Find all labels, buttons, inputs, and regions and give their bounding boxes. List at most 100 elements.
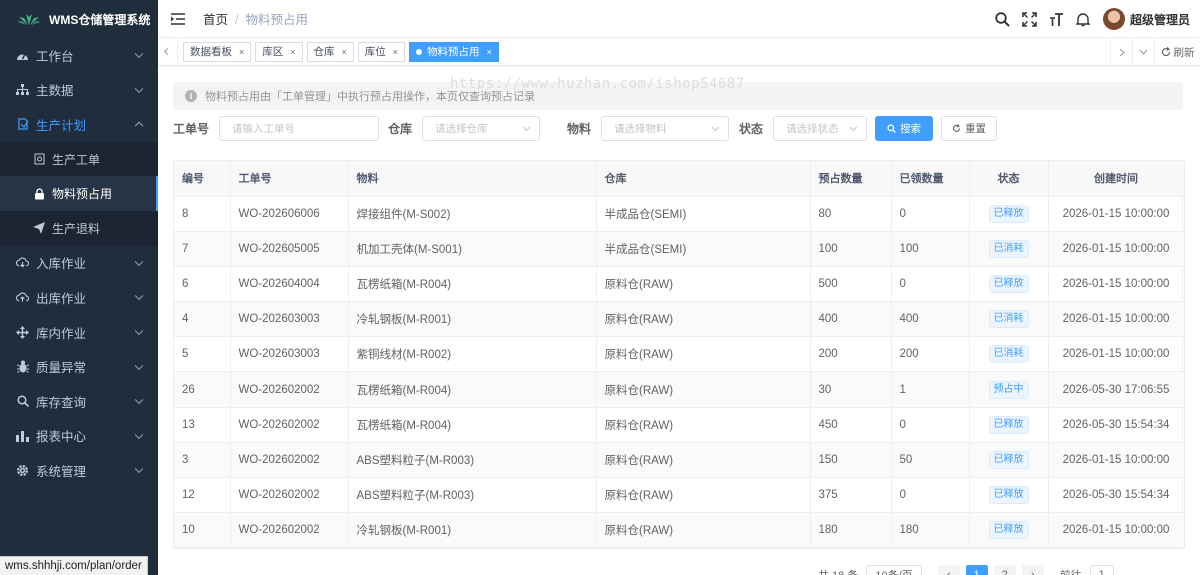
breadcrumb-home[interactable]: 首页 xyxy=(203,13,228,27)
tab-label: 数据看板 xyxy=(190,46,232,58)
cell-received-qty: 200 xyxy=(891,336,970,373)
page-size-select[interactable]: 10条/页 xyxy=(866,565,922,575)
chevron-left-icon xyxy=(163,47,172,56)
chevron-down-icon xyxy=(134,430,144,439)
sidebar-item-system[interactable]: 系统管理 xyxy=(0,453,158,488)
cell-status: 已释放 xyxy=(969,196,1049,232)
column-header-created-time[interactable]: 创建时间 xyxy=(1048,161,1185,197)
column-header-status[interactable]: 状态 xyxy=(969,161,1049,197)
cell-created-time: 2026-05-30 15:54:34 xyxy=(1048,477,1185,514)
column-header-received-qty[interactable]: 已领数量 xyxy=(891,161,970,197)
warehouse-select[interactable]: 请选择仓库 xyxy=(422,116,541,141)
table-row[interactable]: 26 WO-202602002 瓦楞纸箱(M-R004) 原料仓(RAW) 30 1 预占中… xyxy=(174,371,1185,408)
move-icon xyxy=(16,325,29,339)
cell-material: 焊接组件(M-S002) xyxy=(348,196,597,232)
cell-work-order: WO-202606006 xyxy=(230,196,349,232)
cell-warehouse: 原料仓(RAW) xyxy=(596,371,811,408)
column-header-reserved-qty[interactable]: 预占数量 xyxy=(810,161,892,197)
cell-material: 瓦楞纸箱(M-R004) xyxy=(348,266,597,303)
search-icon xyxy=(887,124,896,133)
tab-warehouse[interactable]: 仓库 × xyxy=(306,41,354,62)
sidebar-item-production-plan[interactable]: 生产计划 xyxy=(0,107,158,142)
next-page-button[interactable]: › xyxy=(1021,565,1044,575)
table-row[interactable]: 8 WO-202606006 焊接组件(M-S002) 半成品仓(SEMI) 80 0 已释… xyxy=(174,196,1185,232)
sidebar-item-inventory-query[interactable]: 库存查询 xyxy=(0,384,158,419)
cell-created-time: 2026-05-30 17:06:55 xyxy=(1048,371,1185,408)
column-header-work-order[interactable]: 工单号 xyxy=(230,161,349,197)
avatar[interactable] xyxy=(1102,8,1125,30)
material-select[interactable]: 请选择物料 xyxy=(601,116,730,141)
table-row[interactable]: 5 WO-202603003 紫铜线材(M-R002) 原料仓(RAW) 200 200 已… xyxy=(174,336,1185,373)
cell-material: 瓦楞纸箱(M-R004) xyxy=(348,371,597,408)
sidebar-item-work-order[interactable]: 生产工单 xyxy=(0,142,158,177)
hierarchy-icon xyxy=(16,83,29,96)
cell-status: 已消耗 xyxy=(969,301,1049,338)
cell-created-time: 2026-05-30 15:54:34 xyxy=(1048,407,1185,443)
close-icon[interactable]: × xyxy=(487,47,492,57)
font-size-icon[interactable] xyxy=(1049,12,1064,27)
cell-material: 紫铜线材(M-R002) xyxy=(348,336,597,373)
table-row[interactable]: 7 WO-202605005 机加工壳体(M-S001) 半成品仓(SEMI) 100 1… xyxy=(174,231,1185,267)
tab-dashboard[interactable]: 数据看板 × xyxy=(183,41,252,62)
column-header-id[interactable]: 编号 xyxy=(174,161,231,197)
cell-material: 冷轧钢板(M-R001) xyxy=(348,512,597,549)
work-order-input[interactable]: 请输入工单号 xyxy=(219,116,380,141)
sidebar-item-quality[interactable]: 质量异常 xyxy=(0,349,158,384)
sidebar-item-material-reservation[interactable]: 物料预占用 xyxy=(0,176,158,211)
app-logo[interactable]: WMS仓储管理系统 xyxy=(0,0,158,38)
sidebar-item-master-data[interactable]: 主数据 xyxy=(0,73,158,108)
goto-input[interactable]: 1 xyxy=(1089,565,1114,575)
chevron-right-icon xyxy=(1119,48,1125,56)
cell-warehouse: 半成品仓(SEMI) xyxy=(596,231,811,267)
chevron-down-icon xyxy=(134,395,144,405)
tab-material-reservation[interactable]: 物料预占用 × xyxy=(409,41,499,62)
hamburger-icon[interactable] xyxy=(171,12,185,26)
close-icon[interactable]: × xyxy=(393,47,398,57)
page-number[interactable]: 2 xyxy=(993,565,1016,575)
tags-scroll-left-button[interactable] xyxy=(158,37,178,66)
search-icon[interactable] xyxy=(995,11,1010,27)
table-row[interactable]: 10 WO-202602002 冷轧钢板(M-R001) 原料仓(RAW) 180 180… xyxy=(174,512,1185,549)
table-row[interactable]: 13 WO-202602002 瓦楞纸箱(M-R004) 原料仓(RAW) 450 0 已释… xyxy=(174,407,1185,443)
cell-received-qty: 1 xyxy=(891,371,970,408)
tags-dropdown-button[interactable] xyxy=(1132,38,1154,66)
status-select[interactable]: 请选择状态 xyxy=(773,116,868,141)
user-name[interactable]: 超级管理员 xyxy=(1130,11,1190,28)
breadcrumb: 首页 / 物料预占用 xyxy=(203,9,308,28)
close-icon[interactable]: × xyxy=(290,47,295,57)
sidebar-item-material-return[interactable]: 生产退料 xyxy=(0,211,158,246)
prev-page-button[interactable]: ‹ xyxy=(937,565,960,575)
table-row[interactable]: 6 WO-202604004 瓦楞纸箱(M-R004) 原料仓(RAW) 500 0 已释放… xyxy=(174,266,1185,303)
cell-created-time: 2026-01-15 10:00:00 xyxy=(1048,336,1185,373)
column-header-material[interactable]: 物料 xyxy=(348,161,597,197)
material-label: 物料 xyxy=(567,122,592,136)
bell-icon[interactable] xyxy=(1075,12,1090,27)
close-icon[interactable]: × xyxy=(239,47,244,57)
sidebar-item-in-warehouse[interactable]: 库内作业 xyxy=(0,315,158,350)
tab-zone[interactable]: 库区 × xyxy=(255,41,303,62)
tags-scroll-right-button[interactable] xyxy=(1110,38,1132,66)
cell-material: 瓦楞纸箱(M-R004) xyxy=(348,407,597,443)
cell-id: 3 xyxy=(174,442,231,479)
filter-bar: 工单号 请输入工单号 仓库 请选择仓库 物料 请选择物料 状态 请选择状态 搜索… xyxy=(173,116,998,141)
reset-button[interactable]: 重置 xyxy=(941,116,998,141)
refresh-button[interactable]: 刷新 xyxy=(1154,38,1200,66)
sidebar-item-outbound[interactable]: 出库作业 xyxy=(0,280,158,315)
search-button[interactable]: 搜索 xyxy=(875,116,934,141)
column-header-warehouse[interactable]: 仓库 xyxy=(596,161,811,197)
table-row[interactable]: 4 WO-202603003 冷轧钢板(M-R001) 原料仓(RAW) 400 400 已… xyxy=(174,301,1185,338)
page-number[interactable]: 1 xyxy=(965,565,988,575)
table-row[interactable]: 12 WO-202602002 ABS塑料粒子(M-R003) 原料仓(RAW) 375… xyxy=(174,477,1185,514)
fullscreen-icon[interactable] xyxy=(1022,11,1037,27)
refresh-label: 刷新 xyxy=(1173,46,1195,59)
cell-warehouse: 半成品仓(SEMI) xyxy=(596,196,811,232)
refresh-icon xyxy=(953,124,961,132)
sidebar-item-inbound[interactable]: 入库作业 xyxy=(0,246,158,281)
table-row[interactable]: 3 WO-202602002 ABS塑料粒子(M-R003) 原料仓(RAW) 150 5… xyxy=(174,442,1185,479)
tab-location[interactable]: 库位 × xyxy=(357,41,406,62)
close-icon[interactable]: × xyxy=(342,47,347,57)
sidebar-item-reports[interactable]: 报表中心 xyxy=(0,419,158,454)
cell-material: 冷轧钢板(M-R001) xyxy=(348,301,597,338)
sidebar-item-dashboard[interactable]: 工作台 xyxy=(0,38,158,73)
cell-id: 12 xyxy=(174,477,231,514)
